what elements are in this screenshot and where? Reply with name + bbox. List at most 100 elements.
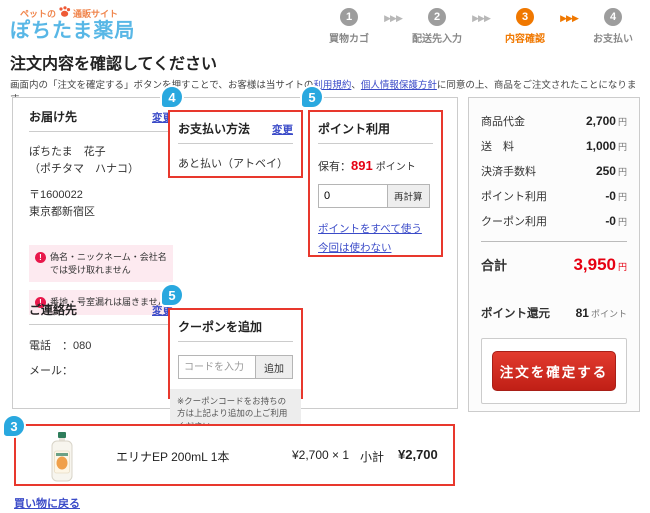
address-city: 東京都新宿区 <box>29 204 173 221</box>
contact-title: ご連絡先 <box>29 301 77 318</box>
logo-tagline-left: ペットの <box>20 7 56 20</box>
summary-label: 商品代金 <box>481 113 525 129</box>
coupon-code-input[interactable] <box>178 355 256 379</box>
payment-header: お支払い方法 変更 <box>178 120 293 144</box>
summary-row-shipping: 送 料 1,000円 <box>481 138 627 154</box>
summary-total-row: 合計 3,950円 <box>481 255 627 275</box>
step-payment-label: お支払い <box>593 30 633 45</box>
payment-method-section: お支払い方法 変更 あと払い（アトベイ） <box>168 110 303 178</box>
payment-change-link[interactable]: 変更 <box>272 122 293 137</box>
points-section: ポイント利用 保有：891 ポイント 再計算 ポイントをすべて使う 今回は使わな… <box>308 110 443 257</box>
points-reward-row: ポイント還元 81ポイント <box>481 305 627 321</box>
contact-mail: メール： <box>29 362 173 378</box>
step-confirm-label: 内容確認 <box>505 30 545 45</box>
summary-unit: 円 <box>618 117 627 127</box>
annotation-badge-3: 3 <box>2 414 26 438</box>
skip-points-link[interactable]: 今回は使わない <box>318 239 433 258</box>
payment-title: お支払い方法 <box>178 120 250 137</box>
logo-site-name: ぽちたま薬局 <box>10 20 135 43</box>
points-balance: 保有：891 ポイント <box>318 158 433 174</box>
points-balance-unit: ポイント <box>376 162 416 173</box>
step-confirm-number: 3 <box>516 8 534 26</box>
step-cart-label: 買物カゴ <box>329 30 369 45</box>
reward-unit: ポイント <box>591 309 627 319</box>
summary-row-item-price: 商品代金 2,700円 <box>481 113 627 129</box>
reward-label: ポイント還元 <box>481 305 550 321</box>
cart-subtotal-value: ¥2,700 <box>398 447 438 462</box>
summary-value: -0 <box>605 189 616 203</box>
points-title: ポイント利用 <box>318 120 390 137</box>
step-payment-number: 4 <box>604 8 622 26</box>
summary-unit: 円 <box>618 167 627 177</box>
add-coupon-button[interactable]: 追加 <box>255 355 293 379</box>
page-title: 注文内容を確認してください <box>10 50 217 74</box>
warning-icon: ! <box>35 252 46 263</box>
shipping-address-title: お届け先 <box>29 108 77 125</box>
summary-value: 2,700 <box>586 114 616 128</box>
step-arrow-icon: ▶▶▶ <box>468 13 494 24</box>
points-balance-label: 保有： <box>318 161 351 173</box>
step-shipping-label: 配送先入力 <box>412 30 462 45</box>
order-confirmation-page: ペットの 通販サイト ぽちたま薬局 1 買物カゴ ▶▶▶ 2 配送先入力 ▶▶▶ <box>0 0 650 513</box>
contact-header: ご連絡先 変更 <box>29 301 173 325</box>
total-label: 合計 <box>481 255 507 274</box>
description-comma: 、 <box>351 80 361 91</box>
order-summary-panel: 商品代金 2,700円 送 料 1,000円 決済手数料 250円 ポイント利用… <box>468 97 640 412</box>
summary-unit: 円 <box>618 142 627 152</box>
shipping-notice-1-text: 偽名・ニックネーム・会社名では受け取れません <box>50 251 167 276</box>
confirm-order-button[interactable]: 注文を確定する <box>492 351 616 391</box>
shipping-notice-1: ! 偽名・ニックネーム・会社名では受け取れません <box>29 245 173 282</box>
checkout-stepper: 1 買物カゴ ▶▶▶ 2 配送先入力 ▶▶▶ 3 内容確認 ▶▶▶ 4 お支払い <box>318 8 644 45</box>
step-arrow-icon: ▶▶▶ <box>556 13 582 24</box>
shipping-address-header: お届け先 変更 <box>29 108 173 132</box>
points-balance-value: 891 <box>351 158 373 173</box>
coupon-input-row: 追加 <box>178 355 293 379</box>
postal-code: 〒1600022 <box>29 187 173 204</box>
step-cart: 1 買物カゴ <box>318 8 380 45</box>
logo-tagline: ペットの 通販サイト <box>20 6 135 20</box>
logo-tagline-right: 通販サイト <box>73 7 118 20</box>
privacy-policy-link[interactable]: 個人情報保護方針 <box>361 80 437 91</box>
summary-value: 1,000 <box>586 139 616 153</box>
use-all-points-link[interactable]: ポイントをすべて使う <box>318 220 433 239</box>
points-header: ポイント利用 <box>318 120 433 144</box>
recalculate-button[interactable]: 再計算 <box>387 184 430 208</box>
payment-method-value: あと払い（アトベイ） <box>178 144 293 171</box>
summary-label: 送 料 <box>481 138 514 154</box>
product-image <box>48 431 76 488</box>
contact-section: ご連絡先 変更 電話 ：080 メール： <box>29 301 173 378</box>
cart-item-price-qty: ¥2,700 × 1 <box>292 448 349 462</box>
recipient-address-block: 〒1600022 東京都新宿区 <box>29 187 173 221</box>
confirm-order-button-box: 注文を確定する <box>481 338 627 404</box>
coupon-header: クーポンを追加 <box>178 318 293 342</box>
annotation-badge-5-coupon: 5 <box>160 283 184 307</box>
cart-item-name: エリナEP 200mL 1本 <box>116 448 229 465</box>
annotation-badge-4: 4 <box>160 85 184 109</box>
cart-item-row: エリナEP 200mL 1本 ¥2,700 × 1 小計 ¥2,700 <box>14 424 455 486</box>
step-confirm: 3 内容確認 <box>494 8 556 45</box>
cart-subtotal-label: 小計 <box>360 448 384 465</box>
summary-value: -0 <box>605 214 616 228</box>
site-logo[interactable]: ペットの 通販サイト ぽちたま薬局 <box>10 6 135 43</box>
reward-value: 81 <box>576 306 589 320</box>
paw-icon <box>58 6 71 20</box>
summary-divider <box>481 241 627 242</box>
total-unit: 円 <box>618 262 627 272</box>
annotation-badge-5-points: 5 <box>300 85 324 109</box>
summary-row-fee: 決済手数料 250円 <box>481 163 627 179</box>
total-value: 3,950 <box>573 255 616 274</box>
summary-unit: 円 <box>618 217 627 227</box>
back-to-shopping-link[interactable]: 買い物に戻る <box>14 495 80 511</box>
contact-phone: 電話 ：080 <box>29 337 173 353</box>
recipient-kana: （ポチタマ ハナコ） <box>29 161 173 178</box>
summary-label: 決済手数料 <box>481 163 536 179</box>
summary-label: ポイント利用 <box>481 188 547 204</box>
order-details-container: お届け先 変更 ぽちたま 花子 （ポチタマ ハナコ） 〒1600022 東京都新… <box>12 97 458 409</box>
points-input-row: 再計算 <box>318 184 433 208</box>
points-input[interactable] <box>318 184 388 208</box>
coupon-section: クーポンを追加 追加 ※クーポンコードをお持ちの方は上記より追加の上ご利用くださ… <box>168 308 303 399</box>
recipient-name-block: ぽちたま 花子 （ポチタマ ハナコ） <box>29 144 173 178</box>
coupon-title: クーポンを追加 <box>178 318 262 335</box>
points-links: ポイントをすべて使う 今回は使わない <box>318 220 433 258</box>
summary-row-points: ポイント利用 -0円 <box>481 188 627 204</box>
